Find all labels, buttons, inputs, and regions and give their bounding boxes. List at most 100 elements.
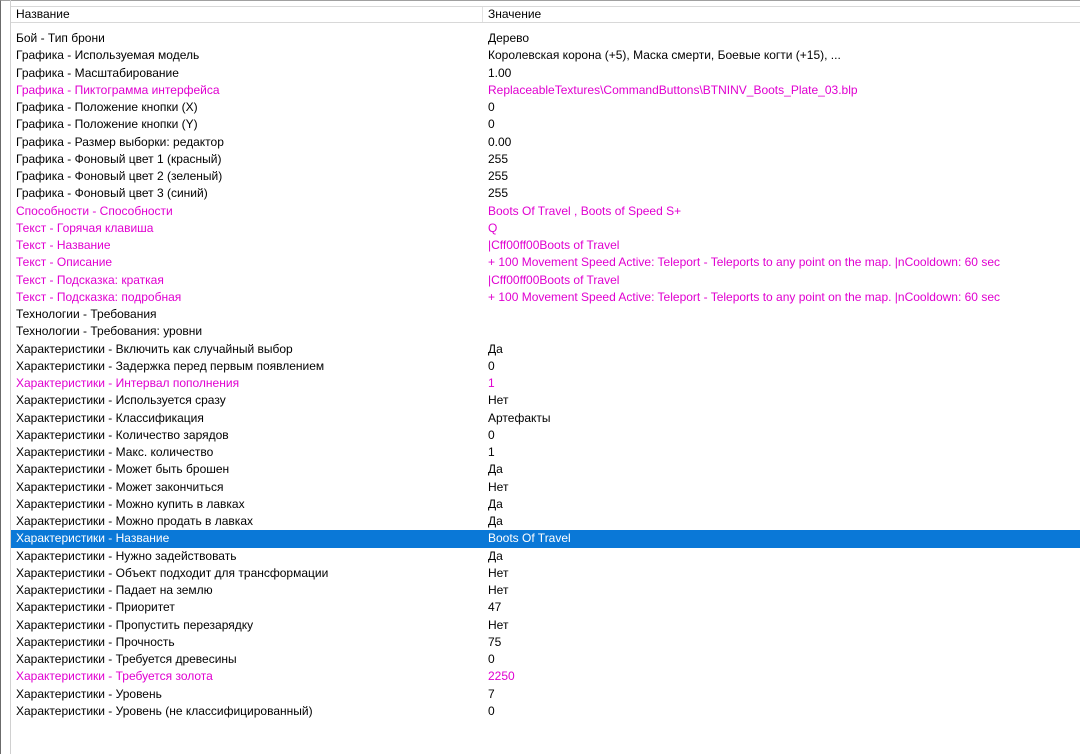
property-row[interactable]: Текст - Подсказка: краткая |Cff00ff00Boot… — [11, 272, 1080, 289]
property-row[interactable]: Характеристики - Объект подходит для тра… — [11, 565, 1080, 582]
property-name: Характеристики - Требуется золота — [16, 669, 213, 684]
property-value: + 100 Movement Speed Active: Teleport - … — [488, 255, 1000, 270]
property-value: Дерево — [488, 31, 530, 45]
property-value: Нет — [488, 565, 509, 580]
property-row[interactable]: Характеристики - Прочность 75 — [11, 634, 1080, 651]
property-row[interactable]: Текст - Название |Cff00ff00Boots of Trave… — [11, 237, 1080, 254]
property-value: 1.00 — [488, 65, 512, 80]
property-row[interactable]: Графика - Фоновый цвет 3 (синий) 255 — [11, 185, 1080, 202]
property-name: Характеристики - Нужно задействовать — [16, 548, 237, 563]
property-row[interactable]: Характеристики - Уровень 7 — [11, 686, 1080, 703]
property-value: 1 — [488, 445, 495, 459]
property-name: Графика - Фоновый цвет 2 (зеленый) — [16, 169, 223, 183]
property-name: Характеристики - Интервал пополнения — [16, 376, 240, 390]
property-row[interactable]: Характеристики - Количество зарядов 0 — [11, 427, 1080, 444]
property-row[interactable]: Способности - Способности Boots Of Travel… — [11, 203, 1080, 220]
property-name: Характеристики - Включить как случайный … — [16, 341, 293, 356]
property-value: + 100 Movement Speed Active: Teleport - … — [488, 289, 1000, 304]
property-name: Характеристики - Задержка перед первым п… — [16, 358, 325, 373]
property-row[interactable]: Характеристики - Задержка перед первым п… — [11, 358, 1080, 375]
property-name: Характеристики - Пропустить перезарядку — [16, 617, 254, 632]
property-row[interactable]: Графика - Пиктограмма интерфейса Replacea… — [11, 82, 1080, 99]
column-header-value[interactable]: Значение — [483, 7, 541, 22]
property-name: Графика - Фоновый цвет 1 (красный) — [16, 151, 222, 166]
property-row-selected[interactable]: Характеристики - Название Boots Of Travel — [11, 530, 1080, 548]
property-name: Характеристики - Уровень (не классифицир… — [16, 703, 313, 718]
property-row[interactable]: Характеристики - Пропустить перезарядку Н… — [11, 617, 1080, 634]
property-name: Текст - Название — [16, 238, 111, 252]
property-row[interactable]: Характеристики - Уровень (не классифицир… — [11, 703, 1080, 720]
property-value: Нет — [488, 393, 509, 408]
property-name: Характеристики - Падает на землю — [16, 583, 213, 597]
property-value: 0 — [488, 652, 495, 666]
property-list: Бой - Тип брони Дерево Графика - Используе… — [11, 30, 1080, 720]
property-value: 2250 — [488, 669, 515, 684]
property-name: Характеристики - Объект подходит для тра… — [16, 565, 329, 580]
property-row[interactable]: Графика - Масштабирование 1.00 — [11, 65, 1080, 82]
property-row[interactable]: Характеристики - Можно купить в лавках Да — [11, 496, 1080, 513]
property-row[interactable]: Характеристики - Нужно задействовать Да — [11, 548, 1080, 565]
property-name: Графика - Размер выборки: редактор — [16, 134, 224, 149]
property-value: |Cff00ff00Boots of Travel — [488, 272, 620, 287]
property-name: Характеристики - Название — [16, 531, 170, 546]
property-value: Да — [488, 548, 503, 563]
property-row[interactable]: Характеристики - Интервал пополнения 1 — [11, 375, 1080, 392]
property-value: 0.00 — [488, 134, 512, 149]
property-value: 255 — [488, 151, 509, 166]
property-row[interactable]: Характеристики - Падает на землю Нет — [11, 582, 1080, 599]
property-value: 255 — [488, 186, 509, 201]
property-name: Характеристики - Может закончиться — [16, 479, 224, 494]
property-row[interactable]: Графика - Положение кнопки (X) 0 — [11, 99, 1080, 116]
property-row[interactable]: Бой - Тип брони Дерево — [11, 30, 1080, 47]
property-name: Характеристики - Можно продать в лавках — [16, 514, 253, 528]
property-name: Графика - Используемая модель — [16, 48, 200, 63]
property-row[interactable]: Технологии - Требования — [11, 306, 1080, 323]
property-row[interactable]: Характеристики - Используется сразу Нет — [11, 392, 1080, 409]
property-name: Характеристики - Количество зарядов — [16, 427, 229, 442]
property-value: 255 — [488, 169, 509, 183]
property-value: Нет — [488, 583, 509, 597]
property-row[interactable]: Графика - Размер выборки: редактор 0.00 — [11, 134, 1080, 151]
property-value: 7 — [488, 686, 495, 701]
property-row[interactable]: Характеристики - Можно продать в лавках Д… — [11, 513, 1080, 530]
column-header-name[interactable]: Название — [11, 7, 483, 22]
property-value: Q — [488, 220, 498, 235]
property-name: Текст - Описание — [16, 255, 113, 270]
property-row[interactable]: Графика - Фоновый цвет 1 (красный) 255 — [11, 151, 1080, 168]
property-value: |Cff00ff00Boots of Travel — [488, 238, 620, 252]
property-row[interactable]: Технологии - Требования: уровни — [11, 323, 1080, 340]
property-value: Boots Of Travel , Boots of Speed S+ — [488, 203, 682, 218]
property-row[interactable]: Характеристики - Может закончиться Нет — [11, 479, 1080, 496]
property-value: Королевская корона (+5), Маска смерти, Б… — [488, 48, 841, 63]
property-name: Технологии - Требования — [16, 307, 157, 321]
property-name: Графика - Фоновый цвет 3 (синий) — [16, 186, 208, 201]
property-name: Текст - Подсказка: краткая — [16, 272, 164, 287]
property-name: Текст - Подсказка: подробная — [16, 289, 182, 304]
property-value: ReplaceableTextures\CommandButtons\BTNIN… — [488, 82, 858, 97]
property-name: Текст - Горячая клавиша — [16, 220, 154, 235]
property-value: 0 — [488, 358, 495, 373]
property-row[interactable]: Характеристики - Включить как случайный … — [11, 341, 1080, 358]
property-value: Да — [488, 462, 503, 477]
property-value: Boots Of Travel — [488, 531, 571, 546]
property-value: Да — [488, 341, 503, 356]
property-row[interactable]: Характеристики - Классификация Артефакты — [11, 410, 1080, 427]
property-row[interactable]: Графика - Фоновый цвет 2 (зеленый) 255 — [11, 168, 1080, 185]
property-row[interactable]: Текст - Описание + 100 Movement Speed Act… — [11, 254, 1080, 271]
property-name: Характеристики - Используется сразу — [16, 393, 226, 408]
property-row[interactable]: Характеристики - Может быть брошен Да — [11, 461, 1080, 478]
property-value: Нет — [488, 479, 509, 494]
property-row[interactable]: Текст - Подсказка: подробная + 100 Moveme… — [11, 289, 1080, 306]
property-row[interactable]: Характеристики - Приоритет 47 — [11, 599, 1080, 616]
property-row[interactable]: Текст - Горячая клавиша Q — [11, 220, 1080, 237]
property-name: Характеристики - Требуется древесины — [16, 652, 237, 666]
property-value: 1 — [488, 376, 495, 390]
property-row[interactable]: Характеристики - Требуется золота 2250 — [11, 668, 1080, 685]
property-row[interactable]: Характеристики - Требуется древесины 0 — [11, 651, 1080, 668]
property-row[interactable]: Графика - Используемая модель Королевская… — [11, 47, 1080, 64]
property-name: Графика - Положение кнопки (X) — [16, 100, 198, 114]
property-value: Нет — [488, 617, 509, 632]
property-row[interactable]: Характеристики - Макс. количество 1 — [11, 444, 1080, 461]
property-name: Характеристики - Уровень — [16, 686, 162, 701]
property-row[interactable]: Графика - Положение кнопки (Y) 0 — [11, 116, 1080, 133]
